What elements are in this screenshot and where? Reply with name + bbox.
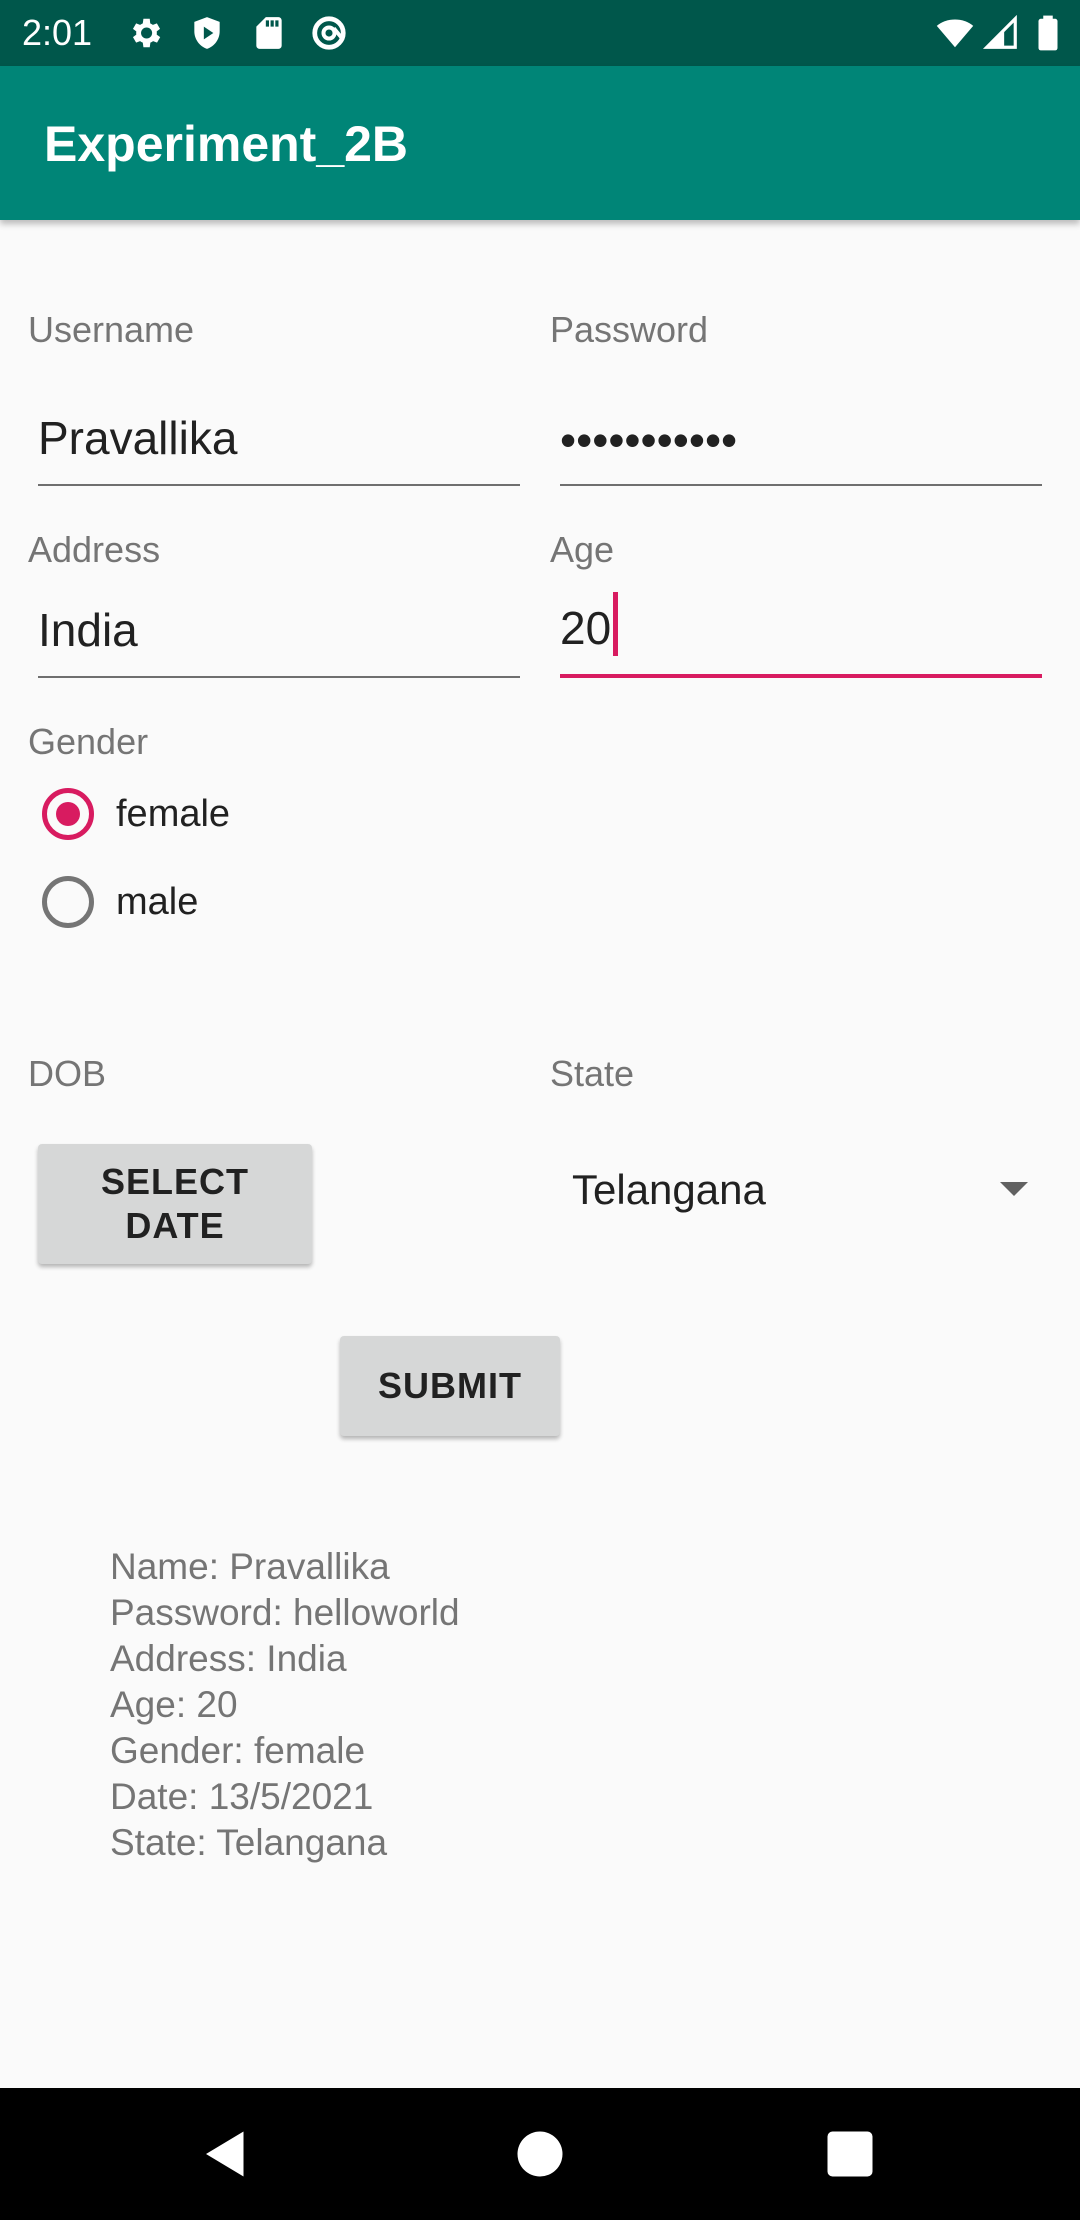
state-selected-value: Telangana: [572, 1166, 766, 1213]
select-date-button[interactable]: SELECT DATE: [38, 1144, 312, 1264]
settings-icon: [132, 18, 161, 48]
radio-button-checked[interactable]: [42, 788, 94, 840]
dropdown-arrow-icon: [1000, 1182, 1028, 1196]
radio-male[interactable]: male: [42, 872, 198, 932]
address-field[interactable]: India: [38, 598, 520, 678]
state-label: State: [550, 1053, 635, 1094]
password-field[interactable]: •••••••••••: [560, 406, 1042, 486]
username-value: Pravallika: [38, 412, 238, 464]
result-password: Password: helloworld: [110, 1592, 460, 1633]
app-bar: Experiment_2B: [0, 66, 1080, 220]
age-label: Age: [550, 529, 615, 570]
state-spinner[interactable]: Telangana: [548, 1150, 1048, 1230]
result-state: State: Telangana: [110, 1822, 388, 1863]
password-label: Password: [550, 309, 709, 350]
back-icon[interactable]: [196, 2124, 256, 2184]
result-address: Address: India: [110, 1638, 347, 1679]
username-label: Username: [28, 309, 195, 350]
status-bar: 2:01: [0, 0, 1080, 66]
result-text: Name: Pravallika Password: helloworld Ad…: [110, 1544, 460, 1866]
gender-label: Gender: [28, 721, 149, 762]
age-value-wrap: 20: [560, 592, 619, 656]
sd-card-icon: [256, 17, 282, 49]
signal-icon: [982, 14, 1017, 49]
radio-male-label: male: [116, 880, 199, 923]
address-value: India: [38, 604, 138, 656]
battery-icon: [1038, 15, 1058, 51]
username-field[interactable]: Pravallika: [38, 406, 520, 486]
result-gender: Gender: female: [110, 1730, 366, 1771]
address-label: Address: [28, 529, 161, 570]
radio-button-unchecked[interactable]: [42, 876, 94, 928]
text-cursor: [613, 592, 619, 656]
result-age: Age: 20: [110, 1684, 238, 1725]
at-sign-icon: [312, 16, 346, 50]
shield-icon: [194, 17, 220, 49]
age-field[interactable]: 20: [560, 592, 1042, 678]
result-date: Date: 13/5/2021: [110, 1776, 374, 1817]
wifi-icon: [936, 19, 974, 48]
status-time: 2:01: [22, 12, 93, 53]
submit-button[interactable]: SUBMIT: [340, 1336, 560, 1436]
age-value: 20: [560, 602, 612, 654]
radio-female[interactable]: female: [42, 784, 230, 844]
result-name: Name: Pravallika: [110, 1546, 390, 1587]
recents-icon[interactable]: [820, 2124, 880, 2184]
radio-female-label: female: [116, 792, 231, 835]
dob-label: DOB: [28, 1053, 107, 1094]
navigation-bar: [0, 2088, 1080, 2220]
app-screen: 2:01 Experiment_2B Username Pravallika P…: [0, 0, 1080, 2220]
password-value: •••••••••••: [560, 414, 738, 466]
home-icon[interactable]: [510, 2124, 570, 2184]
app-title: Experiment_2B: [44, 116, 409, 172]
